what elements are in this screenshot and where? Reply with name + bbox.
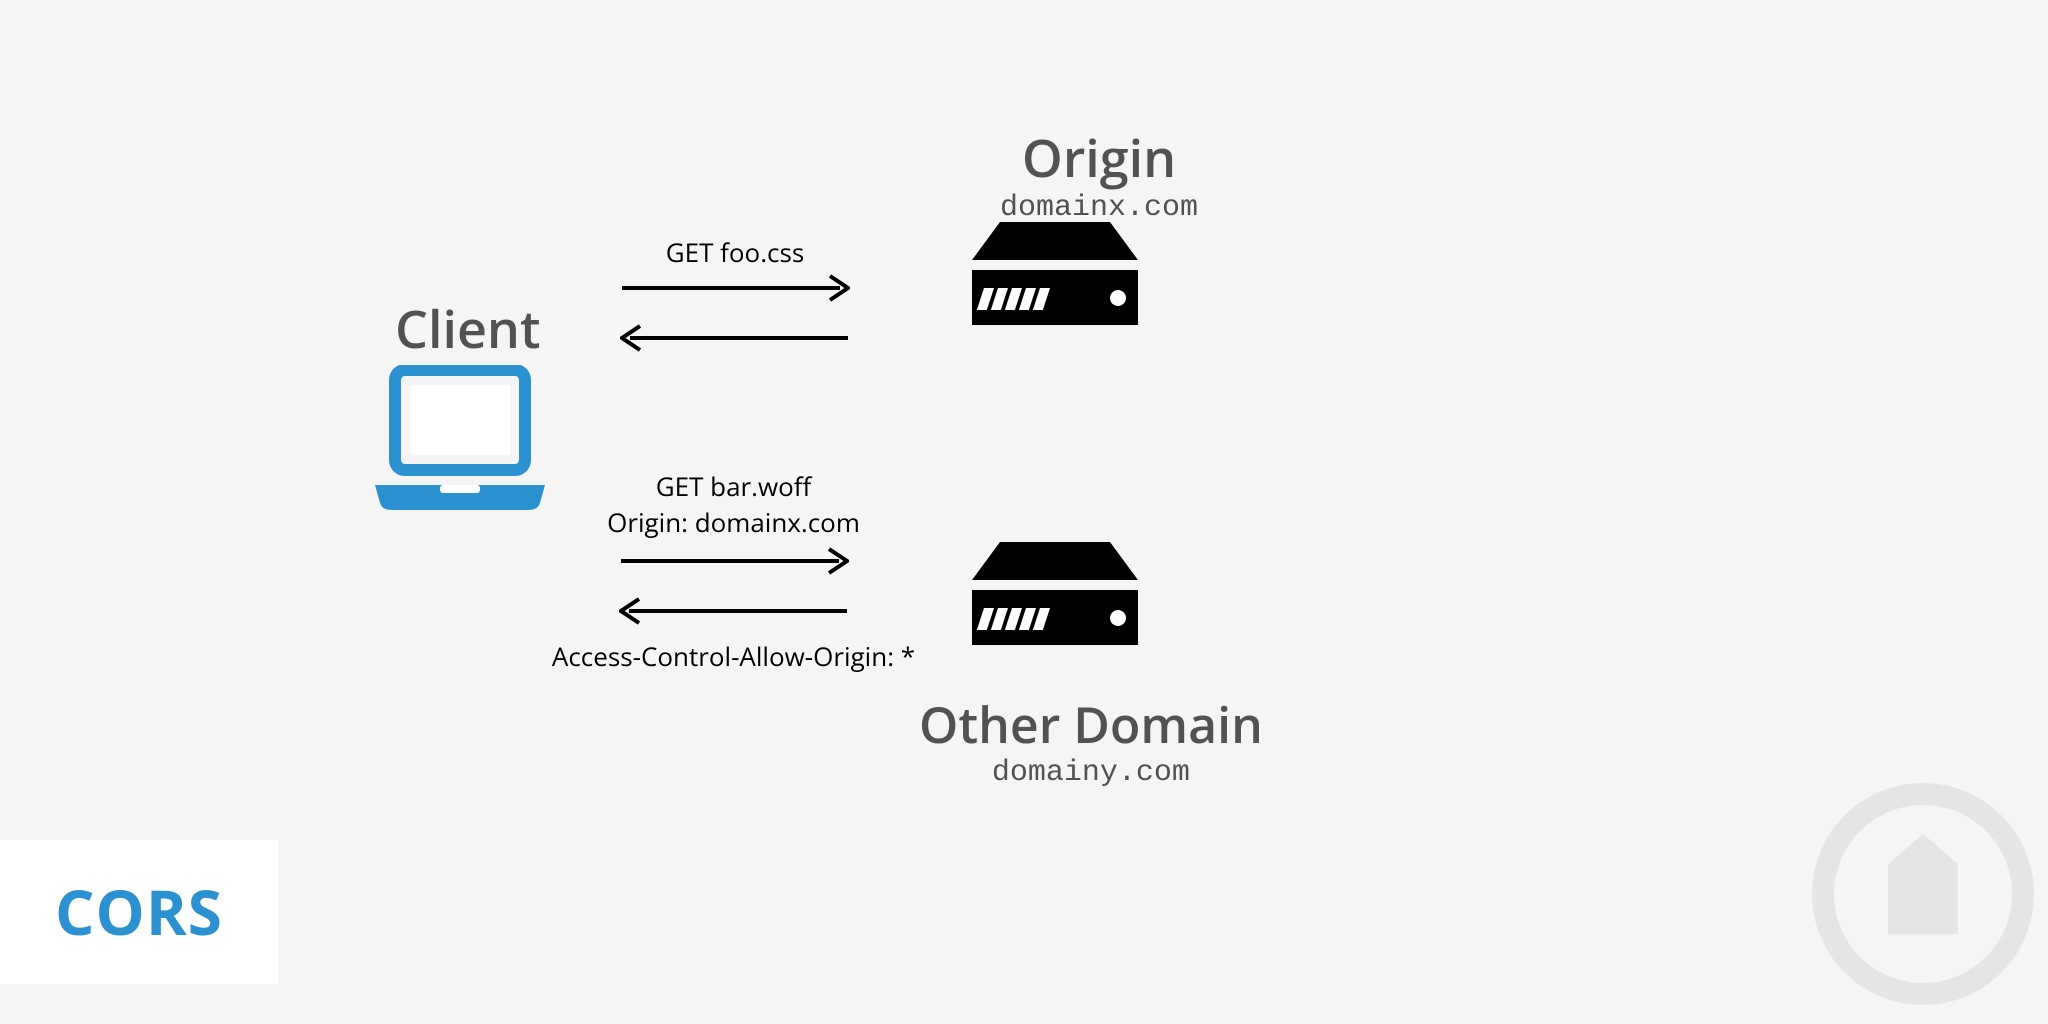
server-origin-icon xyxy=(970,222,1140,332)
other-domain-subtitle: domainy.com xyxy=(919,756,1263,790)
request-bar-label-1: GET bar.woff xyxy=(581,468,886,504)
other-domain-title: Other Domain xyxy=(919,690,1263,758)
arrow-left-icon xyxy=(619,595,849,627)
request-bar-label-2: Origin: domainx.com xyxy=(581,504,886,540)
origin-subtitle: domainx.com xyxy=(1000,191,1198,225)
server-other-icon xyxy=(970,542,1140,652)
origin-block: Origin domainx.com xyxy=(1000,122,1198,225)
origin-title: Origin xyxy=(1000,122,1198,193)
watermark-icon xyxy=(1808,779,2038,1014)
response-acao-label: Access-Control-Allow-Origin: * xyxy=(531,638,936,674)
client-label: Client xyxy=(395,293,541,364)
cors-badge: CORS xyxy=(0,840,278,984)
arrow-right-icon xyxy=(620,272,850,304)
request-foo-label: GET foo.css xyxy=(620,234,850,270)
arrow-group-origin: GET foo.css xyxy=(620,234,850,354)
arrow-group-other: GET bar.woff Origin: domainx.com Access-… xyxy=(581,468,886,627)
cors-badge-text: CORS xyxy=(55,870,223,954)
arrow-left-icon xyxy=(620,322,850,354)
arrow-right-icon xyxy=(619,545,849,577)
laptop-icon xyxy=(370,365,550,515)
other-domain-block: Other Domain domainy.com xyxy=(919,690,1263,790)
